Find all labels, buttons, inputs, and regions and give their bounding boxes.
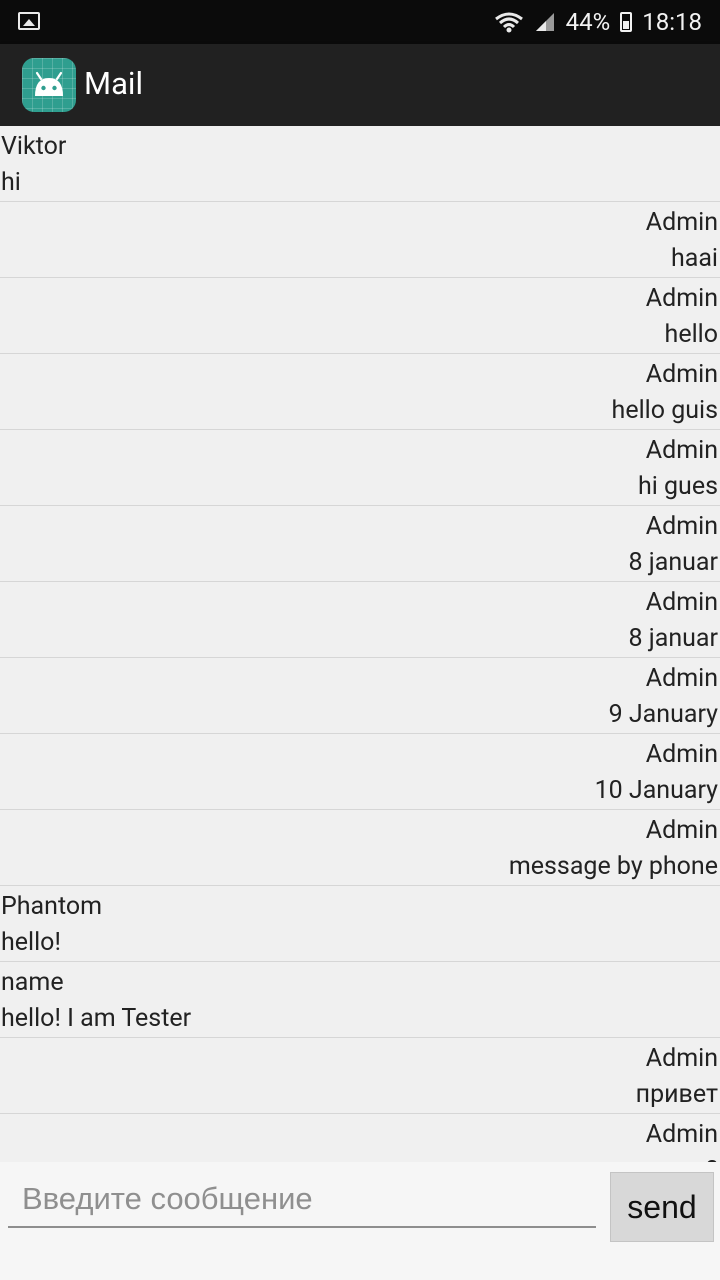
message-item[interactable]: Admin 10 January <box>0 734 720 810</box>
message-sender: Admin <box>645 664 718 693</box>
message-sender: Admin <box>645 436 718 465</box>
message-text: привет <box>635 1080 718 1109</box>
status-indicators: 44% 18:18 <box>494 0 702 44</box>
android-icon <box>22 58 76 112</box>
message-item[interactable]: Admin 8 januar <box>0 506 720 582</box>
message-item[interactable]: name hello! I am Tester <box>0 962 720 1038</box>
message-text: 8 januar <box>628 548 719 577</box>
message-item[interactable]: Admin message by phone <box>0 810 720 886</box>
message-text: 9 January <box>608 700 718 729</box>
app-title: Mail <box>84 65 144 102</box>
message-text: message by phone <box>508 852 718 881</box>
wifi-icon <box>494 11 524 33</box>
message-text: hello <box>664 320 718 349</box>
battery-percent: 44% <box>565 8 611 36</box>
app-bar: Mail <box>0 44 720 126</box>
message-item[interactable]: Phantom hello! <box>0 886 720 962</box>
message-item[interactable]: Admin 9 January <box>0 658 720 734</box>
compose-bar: send <box>0 1162 720 1280</box>
message-sender: Admin <box>645 360 718 389</box>
gallery-notification-icon <box>18 12 40 30</box>
message-sender: Viktor <box>1 132 67 161</box>
message-item[interactable]: Admin hi gues <box>0 430 720 506</box>
status-bar: 44% 18:18 <box>0 0 720 44</box>
message-sender: Admin <box>645 1044 718 1073</box>
message-sender: Admin <box>645 740 718 769</box>
message-sender: Admin <box>645 284 718 313</box>
message-sender: Admin <box>645 208 718 237</box>
clock: 18:18 <box>642 8 702 36</box>
message-sender: name <box>1 968 64 997</box>
send-button[interactable]: send <box>610 1172 714 1242</box>
message-item[interactable]: Admin? <box>0 1114 720 1162</box>
message-input[interactable] <box>8 1172 596 1228</box>
message-item[interactable]: Admin haai <box>0 202 720 278</box>
message-sender: Admin <box>645 588 718 617</box>
signal-icon <box>534 11 556 33</box>
message-text: hi gues <box>637 472 718 501</box>
message-text: haai <box>670 244 718 273</box>
battery-icon <box>620 12 633 32</box>
message-list[interactable]: Viktor hi Admin haai Admin hello Admin hello gu… <box>0 126 720 1162</box>
message-sender: Admin <box>645 512 718 541</box>
message-text: hello! I am Tester <box>1 1004 192 1033</box>
message-text: 8 januar <box>628 624 719 653</box>
message-item[interactable]: Admin hello guis <box>0 354 720 430</box>
message-item[interactable]: Viktor hi <box>0 126 720 202</box>
message-item[interactable]: Admin привет <box>0 1038 720 1114</box>
message-text: hello guis <box>611 396 718 425</box>
message-item[interactable]: Admin 8 januar <box>0 582 720 658</box>
message-item[interactable]: Admin hello <box>0 278 720 354</box>
message-text: hello! <box>1 928 61 957</box>
message-sender: Admin <box>645 816 718 845</box>
message-sender: Admin <box>645 1120 718 1149</box>
message-text: 10 January <box>594 776 718 805</box>
message-text: hi <box>1 168 21 197</box>
message-sender: Phantom <box>1 892 103 921</box>
